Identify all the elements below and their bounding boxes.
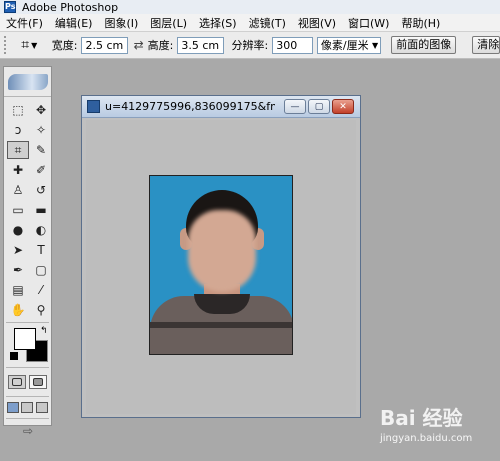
dodge-tool-icon[interactable]: ◐ bbox=[30, 221, 52, 239]
magic-wand-tool-icon[interactable]: ✧ bbox=[30, 121, 52, 139]
eyedropper-tool-icon[interactable]: ⁄ bbox=[30, 281, 52, 299]
jump-to-imageready-button[interactable]: ⇨ bbox=[9, 423, 47, 439]
type-tool-icon[interactable]: T bbox=[30, 241, 52, 259]
swap-colors-icon[interactable]: ↰ bbox=[40, 326, 48, 336]
minimize-icon: — bbox=[290, 101, 300, 112]
quick-mask-icon bbox=[33, 378, 44, 386]
resolution-label: 分辨率: bbox=[231, 39, 269, 52]
menu-select[interactable]: 选择(S) bbox=[193, 15, 243, 31]
close-icon: ✕ bbox=[339, 101, 347, 112]
hand-tool-icon[interactable]: ✋ bbox=[7, 301, 29, 319]
edit-mode-row bbox=[4, 371, 51, 393]
close-button[interactable]: ✕ bbox=[332, 99, 354, 114]
window-controls: — ▢ ✕ bbox=[282, 99, 354, 114]
toolbox: ⬚ ✥ ↄ ✧ ⌗ ✎ ✚ ✐ ♙ ↺ ▭ ▬ ● ◐ ➤ T ✒ ▢ ▤ ⁄ ✋ ⚲ ↰ ⇨ bbox=[3, 66, 52, 438]
menu-file[interactable]: 文件(F) bbox=[0, 15, 49, 31]
resolution-unit-value: 像素/厘米 bbox=[320, 38, 369, 52]
maximize-button[interactable]: ▢ bbox=[308, 99, 330, 114]
imageready-icon: ⇨ bbox=[22, 424, 34, 438]
app-titlebar: Ps Adobe Photoshop bbox=[0, 0, 500, 14]
history-brush-tool-icon[interactable]: ↺ bbox=[30, 181, 52, 199]
marquee-tool-icon[interactable]: ⬚ bbox=[7, 101, 29, 119]
menu-help[interactable]: 帮助(H) bbox=[395, 15, 446, 31]
menu-edit[interactable]: 编辑(E) bbox=[49, 15, 99, 31]
toolbox-header[interactable] bbox=[4, 67, 51, 97]
toolbox-divider bbox=[6, 322, 49, 323]
resolution-unit-select[interactable]: 像素/厘米 ▼ bbox=[316, 36, 382, 54]
clear-button[interactable]: 清除 bbox=[472, 36, 500, 54]
height-label: 高度: bbox=[147, 39, 174, 52]
zoom-tool-icon[interactable]: ⚲ bbox=[30, 301, 52, 319]
document-title: u=4129775996,836099175&fm=1... bbox=[105, 100, 275, 113]
maximize-icon: ▢ bbox=[314, 101, 324, 112]
healing-brush-tool-icon[interactable]: ✚ bbox=[7, 161, 29, 179]
path-selection-tool-icon[interactable]: ➤ bbox=[7, 241, 29, 259]
color-swatches: ↰ bbox=[8, 326, 51, 364]
full-screen-menu-mode-button[interactable] bbox=[21, 402, 34, 413]
blur-tool-icon[interactable]: ● bbox=[7, 221, 29, 239]
crop-tool-icon[interactable]: ⌗ bbox=[7, 141, 29, 159]
resolution-input[interactable]: 300 bbox=[272, 36, 313, 54]
standard-mode-button[interactable] bbox=[7, 375, 26, 389]
adobe-online-icon[interactable] bbox=[7, 73, 48, 90]
gradient-tool-icon[interactable]: ▬ bbox=[30, 201, 52, 219]
crop-tool-icon: ⌗ bbox=[21, 37, 30, 53]
foreground-color-swatch[interactable] bbox=[14, 328, 36, 350]
lasso-tool-icon[interactable]: ↄ bbox=[7, 121, 29, 139]
document-canvas[interactable] bbox=[86, 120, 356, 414]
chevron-down-icon: ▼ bbox=[372, 40, 379, 50]
options-bar: ⌗ ▼ 宽度: 2.5 cm ⇄ 高度: 3.5 cm 分辨率: 300 像素/厘… bbox=[0, 32, 500, 59]
standard-mode-icon bbox=[11, 378, 22, 386]
pen-tool-icon[interactable]: ✒ bbox=[7, 261, 29, 279]
screen-mode-row bbox=[4, 400, 51, 415]
slice-tool-icon[interactable]: ✎ bbox=[30, 141, 52, 159]
brush-tool-icon[interactable]: ✐ bbox=[30, 161, 52, 179]
width-label: 宽度: bbox=[51, 39, 78, 52]
baidu-jingyan-watermark: Bai 经验 jingyan.baidu.com bbox=[380, 402, 496, 454]
toolbox-divider bbox=[6, 367, 49, 368]
chevron-down-icon: ▼ bbox=[31, 40, 38, 50]
photo-shirt-stripe bbox=[150, 322, 292, 328]
tool-preset-picker[interactable]: ⌗ ▼ bbox=[15, 35, 44, 55]
rectangle-tool-icon[interactable]: ▢ bbox=[30, 261, 52, 279]
default-colors-icon[interactable] bbox=[10, 352, 18, 360]
quick-mask-mode-button[interactable] bbox=[29, 375, 48, 389]
app-title: Adobe Photoshop bbox=[22, 0, 119, 14]
watermark-logo: Bai 经验 bbox=[380, 406, 463, 430]
document-icon bbox=[87, 100, 100, 113]
height-input[interactable]: 3.5 cm bbox=[177, 36, 224, 54]
swap-dimensions-icon[interactable]: ⇄ bbox=[134, 38, 144, 52]
toolbox-divider bbox=[6, 396, 49, 397]
eraser-tool-icon[interactable]: ▭ bbox=[7, 201, 29, 219]
front-image-button[interactable]: 前面的图像 bbox=[391, 36, 457, 54]
photoshop-icon: Ps bbox=[4, 1, 16, 13]
id-photo-image[interactable] bbox=[149, 175, 293, 355]
tool-grid: ⬚ ✥ ↄ ✧ ⌗ ✎ ✚ ✐ ♙ ↺ ▭ ▬ ● ◐ ➤ T ✒ ▢ ▤ ⁄ ✋ ⚲ bbox=[4, 97, 51, 319]
menu-filter[interactable]: 滤镜(T) bbox=[243, 15, 292, 31]
watermark-url: jingyan.baidu.com bbox=[380, 433, 473, 444]
options-bar-grip[interactable] bbox=[4, 36, 9, 54]
standard-screen-mode-button[interactable] bbox=[7, 402, 20, 413]
document-titlebar[interactable]: u=4129775996,836099175&fm=1... — ▢ ✕ bbox=[82, 96, 360, 118]
width-input[interactable]: 2.5 cm bbox=[81, 36, 128, 54]
menu-window[interactable]: 窗口(W) bbox=[342, 15, 395, 31]
clone-stamp-tool-icon[interactable]: ♙ bbox=[7, 181, 29, 199]
menu-view[interactable]: 视图(V) bbox=[292, 15, 342, 31]
toolbox-divider bbox=[6, 418, 49, 419]
minimize-button[interactable]: — bbox=[284, 99, 306, 114]
document-window: u=4129775996,836099175&fm=1... — ▢ ✕ bbox=[81, 95, 361, 418]
photo-face-blurred bbox=[188, 210, 256, 292]
full-screen-mode-button[interactable] bbox=[35, 402, 48, 413]
menu-image[interactable]: 图象(I) bbox=[98, 15, 144, 31]
notes-tool-icon[interactable]: ▤ bbox=[7, 281, 29, 299]
menu-bar: 文件(F) 编辑(E) 图象(I) 图层(L) 选择(S) 滤镜(T) 视图(V… bbox=[0, 14, 500, 32]
menu-layer[interactable]: 图层(L) bbox=[144, 15, 193, 31]
move-tool-icon[interactable]: ✥ bbox=[30, 101, 52, 119]
